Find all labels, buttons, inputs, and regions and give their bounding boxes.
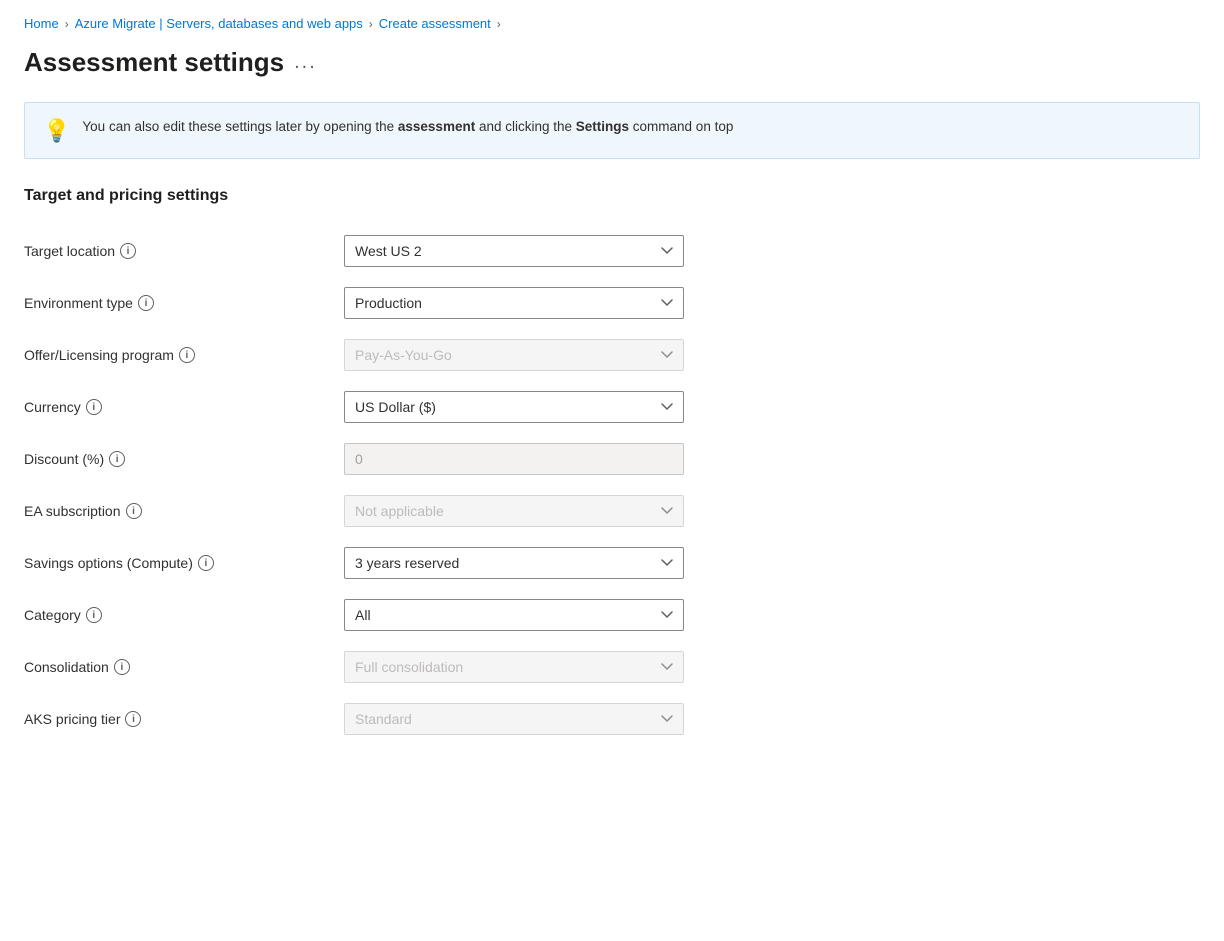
- section-title: Target and pricing settings: [24, 187, 1200, 205]
- label-ea-subscription: EA subscription: [24, 503, 121, 519]
- select-offer-licensing: Pay-As-You-Go: [344, 339, 684, 371]
- info-icon-discount[interactable]: i: [109, 451, 125, 467]
- label-discount: Discount (%): [24, 451, 104, 467]
- breadcrumb-home[interactable]: Home: [24, 16, 59, 31]
- select-consolidation: Full consolidation: [344, 651, 684, 683]
- info-icon-offer-licensing[interactable]: i: [179, 347, 195, 363]
- info-icon-aks-pricing-tier[interactable]: i: [125, 711, 141, 727]
- page-title-row: Assessment settings ...: [24, 47, 1200, 78]
- info-icon-ea-subscription[interactable]: i: [126, 503, 142, 519]
- label-offer-licensing: Offer/Licensing program: [24, 347, 174, 363]
- page-title-menu-button[interactable]: ...: [294, 51, 317, 74]
- page-title: Assessment settings: [24, 47, 284, 78]
- form-row-currency: Currency i US Dollar ($) Euro (€) Britis…: [24, 381, 1200, 433]
- form-row-discount: Discount (%) i: [24, 433, 1200, 485]
- breadcrumb: Home › Azure Migrate | Servers, database…: [24, 16, 1200, 31]
- label-consolidation: Consolidation: [24, 659, 109, 675]
- info-icon-environment-type[interactable]: i: [138, 295, 154, 311]
- breadcrumb-sep-2: ›: [369, 17, 373, 31]
- breadcrumb-create-assessment[interactable]: Create assessment: [379, 16, 491, 31]
- select-currency[interactable]: US Dollar ($) Euro (€) British Pound (£): [344, 391, 684, 423]
- info-banner-text: You can also edit these settings later b…: [82, 117, 733, 137]
- form-row-savings-options: Savings options (Compute) i 3 years rese…: [24, 537, 1200, 589]
- form-row-environment-type: Environment type i Production Dev/Test: [24, 277, 1200, 329]
- info-icon-target-location[interactable]: i: [120, 243, 136, 259]
- label-currency: Currency: [24, 399, 81, 415]
- info-icon-category[interactable]: i: [86, 607, 102, 623]
- settings-form: Target location i West US 2 East US East…: [24, 225, 1200, 745]
- label-savings-options: Savings options (Compute): [24, 555, 193, 571]
- form-row-aks-pricing-tier: AKS pricing tier i Standard Free: [24, 693, 1200, 745]
- info-banner: 💡 You can also edit these settings later…: [24, 102, 1200, 159]
- input-discount: [344, 443, 684, 475]
- breadcrumb-azure-migrate[interactable]: Azure Migrate | Servers, databases and w…: [75, 16, 363, 31]
- breadcrumb-sep-1: ›: [65, 17, 69, 31]
- select-savings-options[interactable]: 3 years reserved 1 year reserved None (p…: [344, 547, 684, 579]
- label-aks-pricing-tier: AKS pricing tier: [24, 711, 120, 727]
- form-row-offer-licensing: Offer/Licensing program i Pay-As-You-Go: [24, 329, 1200, 381]
- form-row-target-location: Target location i West US 2 East US East…: [24, 225, 1200, 277]
- form-row-ea-subscription: EA subscription i Not applicable: [24, 485, 1200, 537]
- select-category[interactable]: All Compute Storage Network: [344, 599, 684, 631]
- label-environment-type: Environment type: [24, 295, 133, 311]
- form-row-consolidation: Consolidation i Full consolidation: [24, 641, 1200, 693]
- breadcrumb-sep-3: ›: [497, 17, 501, 31]
- info-icon-savings-options[interactable]: i: [198, 555, 214, 571]
- lightbulb-icon: 💡: [43, 118, 70, 144]
- info-icon-consolidation[interactable]: i: [114, 659, 130, 675]
- form-row-category: Category i All Compute Storage Network: [24, 589, 1200, 641]
- select-target-location[interactable]: West US 2 East US East US 2 West US Cent…: [344, 235, 684, 267]
- select-environment-type[interactable]: Production Dev/Test: [344, 287, 684, 319]
- label-category: Category: [24, 607, 81, 623]
- select-aks-pricing-tier: Standard Free: [344, 703, 684, 735]
- info-icon-currency[interactable]: i: [86, 399, 102, 415]
- label-target-location: Target location: [24, 243, 115, 259]
- select-ea-subscription: Not applicable: [344, 495, 684, 527]
